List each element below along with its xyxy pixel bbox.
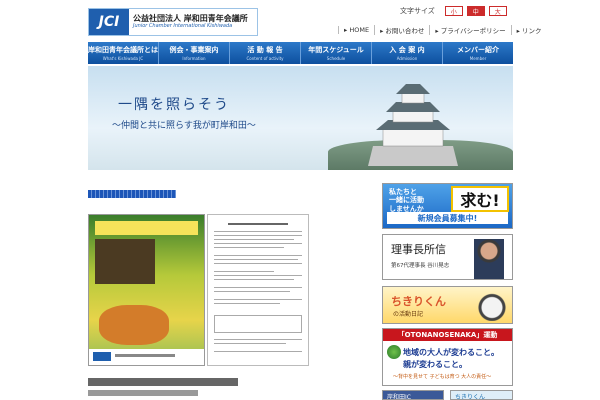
doc-line — [214, 279, 294, 280]
poster-title-band — [95, 221, 198, 235]
nav-information-jp: 例会・事業案内 — [169, 46, 219, 54]
doc-line — [214, 271, 274, 272]
nav-activity[interactable]: 活 動 報 告 Content of activity — [230, 42, 301, 64]
president-message-title: 理事長所信 — [391, 243, 446, 256]
recruit-banner-text: 私たちと 一緒に活動 しませんか — [389, 188, 424, 213]
event-poster-image[interactable] — [88, 214, 205, 366]
doc-line — [214, 303, 280, 304]
content-heading-bar — [88, 378, 238, 386]
section-heading-bar — [88, 190, 176, 198]
doc-line — [214, 263, 302, 264]
hero-banner: 一隅を照らそう ～仲間と共に照らす我が町岸和田～ — [88, 66, 513, 170]
chikiri-banner-title: ちきりくん — [391, 295, 446, 308]
nav-member-en: Member — [469, 56, 487, 61]
chikiri-character-icon — [478, 291, 506, 321]
president-message-sub: 第67代理事長 谷川晃志 — [391, 263, 450, 269]
chikiri-diary-banner[interactable]: ちきりくん の活動日記 — [382, 286, 513, 324]
chikiri-banner-sub: の活動日記 — [393, 311, 424, 318]
twitter-banner[interactable]: ちきりくん — [450, 390, 513, 400]
doc-line — [214, 339, 302, 340]
nav-about-en: What's Kishiwada JC — [102, 56, 144, 61]
doc-line — [214, 351, 302, 352]
font-size-medium-button[interactable]: 中 — [466, 6, 485, 16]
nav-activity-jp: 活 動 報 告 — [247, 46, 283, 54]
doc-line — [214, 255, 302, 256]
util-link-home-label: HOME — [349, 26, 370, 34]
util-link-links-label: リンク — [521, 27, 542, 35]
globe-icon — [387, 345, 401, 359]
util-link-privacy[interactable]: ▸ プライバシーポリシー — [429, 25, 510, 35]
otonanosenaka-line2: 親が変わること。 — [403, 360, 467, 369]
otonanosenaka-line1: 地域の大人が変わること。 — [403, 348, 499, 357]
nav-member-jp: メンバー紹介 — [457, 46, 499, 54]
doc-line — [214, 235, 302, 236]
recruit-banner-bar: 新規会員募集中! — [387, 212, 508, 224]
facebook-banner[interactable]: 岸和田JC — [382, 390, 444, 400]
twitter-banner-label: ちきりくん — [455, 394, 486, 400]
otonanosenaka-banner[interactable]: 「OTONANOSENAKA」運動 地域の大人が変わること。 親が変わること。 … — [382, 328, 513, 386]
poster-photo-2 — [99, 305, 169, 345]
recruit-banner[interactable]: 私たちと 一緒に活動 しませんか 求む! 新規会員募集中! — [382, 183, 513, 229]
font-size-label: 文字サイズ — [400, 7, 435, 15]
nav-about[interactable]: 岸和田青年会議所とは What's Kishiwada JC — [88, 42, 159, 64]
hero-slogan-main: 一隅を照らそう — [118, 97, 230, 113]
org-name-en: Junior Chamber International Kishiwada — [133, 22, 233, 29]
nav-activity-en: Content of activity — [246, 56, 284, 61]
poster-footer-line — [115, 354, 175, 357]
doc-line — [214, 287, 302, 288]
otonanosenaka-head: 「OTONANOSENAKA」運動 — [383, 329, 512, 341]
poster-jci-logo — [93, 352, 111, 361]
president-message-banner[interactable]: 理事長所信 第67代理事長 谷川晃志 — [382, 234, 513, 280]
nav-about-jp: 岸和田青年会議所とは — [88, 46, 158, 54]
font-size-large-button[interactable]: 大 — [488, 6, 507, 16]
nav-schedule-en: Schedule — [326, 56, 346, 61]
doc-line — [228, 223, 288, 225]
content-subheading-bar — [88, 390, 198, 396]
site-logo[interactable]: JCI 公益社団法人 岸和田青年会議所 Junior Chamber Inter… — [88, 8, 258, 36]
util-link-privacy-label: プライバシーポリシー — [440, 27, 506, 35]
castle-illustration — [368, 84, 458, 166]
nav-member[interactable]: メンバー紹介 Member — [443, 42, 513, 64]
util-link-contact[interactable]: ▸ お問い合わせ — [374, 25, 429, 35]
doc-line — [214, 299, 302, 300]
poster-photo — [95, 239, 155, 284]
otonanosenaka-line3: ～背中を見せて 子どもは育つ 大人の責任～ — [393, 374, 492, 380]
recruit-banner-headline: 求む! — [451, 186, 509, 212]
doc-line — [214, 243, 302, 244]
doc-line — [214, 291, 290, 292]
main-nav: 岸和田青年会議所とは What's Kishiwada JC 例会・事業案内 I… — [88, 42, 513, 64]
nav-schedule-jp: 年間スケジュール — [308, 46, 364, 54]
doc-line — [214, 247, 284, 248]
jci-logo-mark: JCI — [89, 9, 129, 35]
event-document-image[interactable] — [207, 214, 309, 366]
nav-schedule[interactable]: 年間スケジュール Schedule — [301, 42, 372, 64]
president-photo — [474, 239, 504, 279]
nav-admission[interactable]: 入 会 案 内 Admission — [372, 42, 443, 64]
nav-admission-jp: 入 会 案 内 — [389, 46, 425, 54]
util-link-contact-label: お問い合わせ — [385, 27, 425, 35]
util-link-home[interactable]: ▸ HOME — [338, 26, 374, 34]
nav-information-en: Information — [182, 56, 206, 61]
doc-line — [214, 259, 298, 260]
util-link-links[interactable]: ▸ リンク — [510, 25, 547, 35]
doc-line — [214, 239, 294, 240]
poster-footer — [89, 349, 204, 365]
font-size-switcher: 文字サイズ 小 中 大 — [400, 6, 507, 16]
doc-line — [214, 231, 302, 232]
org-name: 公益社団法人 岸和田青年会議所 Junior Chamber Internati… — [129, 14, 248, 29]
utility-nav: ▸ HOME ▸ お問い合わせ ▸ プライバシーポリシー ▸ リンク — [338, 24, 546, 36]
facebook-banner-label: 岸和田JC — [387, 394, 411, 400]
font-size-small-button[interactable]: 小 — [444, 6, 463, 16]
nav-information[interactable]: 例会・事業案内 Information — [159, 42, 230, 64]
doc-table — [214, 315, 302, 333]
doc-line — [214, 343, 286, 344]
nav-admission-en: Admission — [396, 56, 418, 61]
hero-slogan-sub: ～仲間と共に照らす我が町岸和田～ — [112, 121, 256, 131]
doc-line — [214, 275, 302, 276]
site-header: JCI 公益社団法人 岸和田青年会議所 Junior Chamber Inter… — [0, 0, 600, 42]
